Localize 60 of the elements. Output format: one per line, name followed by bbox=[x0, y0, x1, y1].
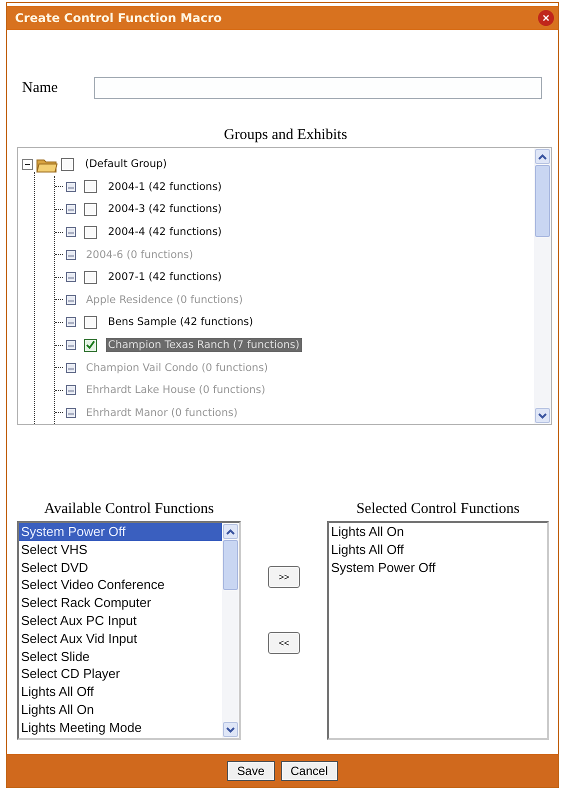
node-icon bbox=[66, 385, 76, 396]
node-icon bbox=[66, 317, 76, 328]
tree-item[interactable]: 2004-4 (42 functions) bbox=[106, 225, 224, 240]
node-icon bbox=[66, 250, 76, 260]
name-label: Name bbox=[21, 80, 59, 96]
node-icon bbox=[66, 204, 76, 214]
list-item[interactable]: System Power Off bbox=[329, 558, 547, 576]
checkbox[interactable] bbox=[84, 202, 97, 216]
tree-item[interactable]: (Default Group) bbox=[83, 157, 169, 172]
list-item[interactable]: Select Video Conference bbox=[19, 576, 222, 594]
window-title: Create Control Function Macro bbox=[15, 11, 222, 25]
checkbox[interactable] bbox=[84, 180, 97, 194]
scroll-thumb[interactable] bbox=[223, 540, 238, 590]
node-icon bbox=[66, 362, 76, 373]
scroll-thumb[interactable] bbox=[535, 165, 550, 237]
list-item[interactable]: Lights All On bbox=[19, 700, 222, 719]
available-heading: Available Control Functions bbox=[43, 501, 215, 518]
scroll-down-icon[interactable] bbox=[226, 726, 235, 732]
scroll-up-icon[interactable] bbox=[538, 154, 547, 160]
tree-item[interactable]: 2004-3 (42 functions) bbox=[106, 202, 224, 216]
node-icon bbox=[66, 182, 76, 192]
checkbox[interactable] bbox=[84, 316, 97, 329]
move-button[interactable]: << bbox=[268, 632, 300, 654]
node-icon bbox=[66, 294, 76, 305]
list-item[interactable]: Select CD Player bbox=[19, 665, 222, 684]
list-item[interactable]: Select Aux Vid Input bbox=[19, 630, 222, 648]
scrollbar[interactable] bbox=[222, 523, 239, 738]
list-item[interactable]: Lights Meeting Mode bbox=[19, 718, 222, 737]
groups-heading: Groups and Exhibits bbox=[222, 127, 348, 144]
move-button[interactable]: >> bbox=[268, 566, 300, 588]
list-item[interactable]: Select Rack Computer bbox=[19, 594, 222, 612]
node-icon bbox=[66, 340, 76, 350]
scroll-up-icon[interactable] bbox=[226, 528, 235, 534]
checkbox[interactable] bbox=[61, 158, 74, 171]
close-button[interactable]: × bbox=[538, 10, 554, 26]
list-item[interactable]: Select VHS bbox=[19, 540, 222, 559]
list-item[interactable]: Select Slide bbox=[19, 648, 222, 666]
checkbox[interactable] bbox=[84, 226, 97, 239]
name-field[interactable] bbox=[94, 77, 542, 99]
node-icon bbox=[66, 227, 76, 238]
list-item[interactable]: System Power Off bbox=[19, 523, 222, 541]
tree-item[interactable]: Champion Texas Ranch (7 functions) bbox=[106, 338, 302, 352]
checkbox[interactable] bbox=[84, 270, 97, 284]
list-item[interactable]: Lights All On bbox=[329, 523, 547, 541]
list-item[interactable]: Select Aux PC Input bbox=[19, 612, 222, 630]
list-item[interactable]: Lights All Off bbox=[329, 540, 547, 559]
tree-item[interactable]: Bens Sample (42 functions) bbox=[106, 315, 256, 330]
tree-item[interactable]: 2007-1 (42 functions) bbox=[106, 270, 224, 284]
list-item[interactable]: Lights All Off bbox=[19, 683, 222, 701]
collapse-icon[interactable] bbox=[22, 158, 33, 170]
tree-item[interactable]: 2004-1 (42 functions) bbox=[106, 180, 224, 194]
node-icon bbox=[66, 408, 76, 418]
scrollbar[interactable] bbox=[534, 148, 551, 424]
dialog-button[interactable]: Cancel bbox=[280, 760, 338, 780]
dialog-button[interactable]: Save bbox=[227, 760, 274, 780]
list-item[interactable]: Select DVD bbox=[19, 558, 222, 576]
node-icon bbox=[66, 272, 76, 282]
selected-heading: Selected Control Functions bbox=[355, 501, 521, 518]
scroll-down-icon[interactable] bbox=[538, 412, 547, 418]
checkbox[interactable] bbox=[84, 338, 97, 352]
